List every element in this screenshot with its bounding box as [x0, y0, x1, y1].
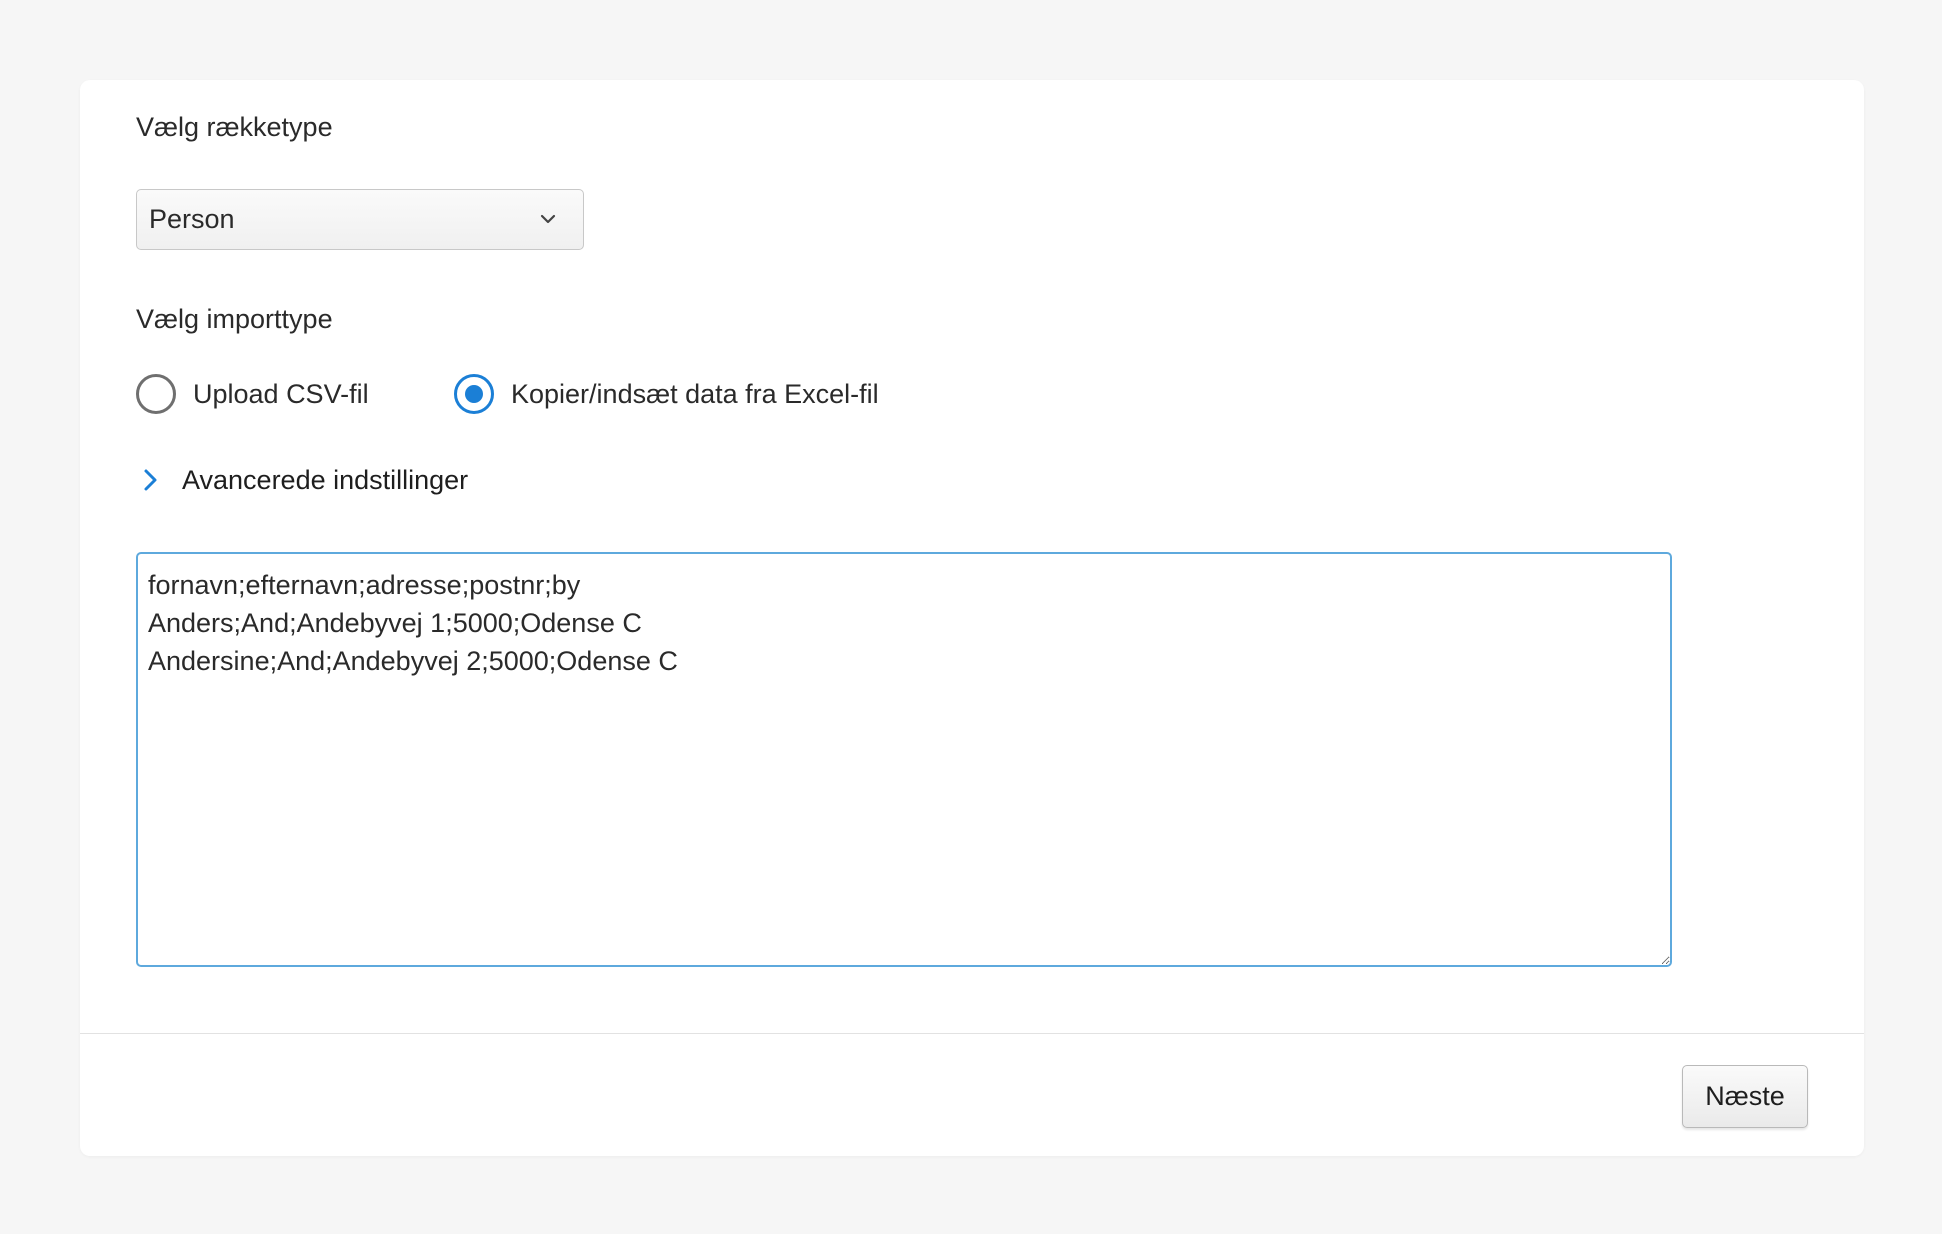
- radio-upload-csv-circle[interactable]: [136, 374, 176, 414]
- import-form: Vælg rækketype Person Vælg importtype Up…: [136, 80, 1808, 1033]
- footer-divider: [80, 1033, 1864, 1034]
- row-type-label: Vælg rækketype: [136, 112, 333, 142]
- import-type-label: Vælg importtype: [136, 304, 333, 334]
- row-type-select[interactable]: Person: [136, 189, 584, 250]
- advanced-settings-toggle[interactable]: Avancerede indstillinger: [136, 460, 468, 500]
- radio-paste-excel[interactable]: Kopier/indsæt data fra Excel-fil: [454, 372, 879, 416]
- next-button[interactable]: Næste: [1682, 1065, 1808, 1128]
- advanced-settings-label: Avancerede indstillinger: [182, 464, 469, 495]
- radio-upload-csv[interactable]: Upload CSV-fil: [136, 372, 369, 416]
- chevron-right-icon: [144, 469, 157, 491]
- radio-paste-excel-circle[interactable]: [454, 374, 494, 414]
- chevron-down-icon: [540, 214, 556, 224]
- paste-data-textarea[interactable]: fornavn;efternavn;adresse;postnr;by Ande…: [136, 552, 1672, 967]
- radio-paste-excel-label: Kopier/indsæt data fra Excel-fil: [511, 378, 879, 409]
- row-type-selected-value: Person: [149, 204, 235, 234]
- radio-upload-csv-label: Upload CSV-fil: [193, 378, 369, 409]
- import-card: Vælg rækketype Person Vælg importtype Up…: [80, 80, 1864, 1156]
